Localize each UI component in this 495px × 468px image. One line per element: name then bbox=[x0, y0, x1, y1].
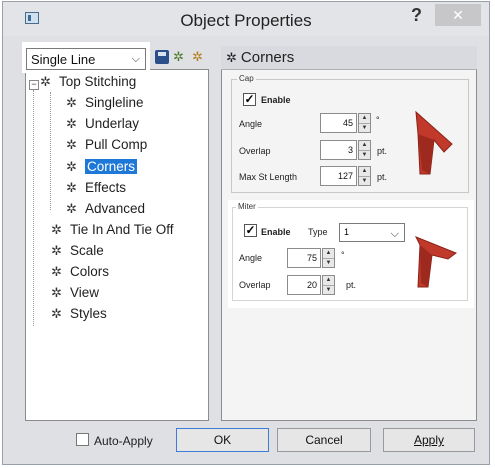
gear-icon: ✲ bbox=[66, 137, 77, 152]
spin-down-icon[interactable]: ▼ bbox=[323, 286, 334, 295]
gear-green-icon[interactable]: ✲ bbox=[173, 50, 187, 64]
tree-item-pull-comp[interactable]: ✲ Pull Comp bbox=[66, 135, 147, 155]
cap-max-st-length-unit: pt. bbox=[377, 172, 388, 182]
miter-overlap-label: Overlap bbox=[239, 280, 271, 290]
gear-icon: ✲ bbox=[66, 116, 77, 131]
miter-angle-unit: ° bbox=[341, 250, 345, 260]
gear-icon: ✲ bbox=[51, 243, 62, 258]
gear-icon: ✲ bbox=[51, 285, 62, 300]
tree-item-label: Singleline bbox=[85, 95, 144, 110]
panel-title: Corners bbox=[240, 49, 295, 66]
miter-angle-label: Angle bbox=[239, 253, 263, 263]
tree-item-tie-in-and-tie-off[interactable]: ✲ Tie In And Tie Off bbox=[51, 220, 174, 240]
auto-apply-label: Auto-Apply bbox=[94, 434, 153, 448]
cap-angle-unit: ° bbox=[376, 115, 380, 125]
tree-item-label: Advanced bbox=[85, 201, 146, 216]
tree-item-view[interactable]: ✲ View bbox=[51, 283, 99, 303]
cap-enable-checkbox[interactable]: ✓ bbox=[243, 93, 256, 106]
tree-item-effects[interactable]: ✲ Effects bbox=[66, 178, 126, 198]
tree-item-label: Underlay bbox=[85, 116, 140, 131]
cap-overlap-unit: pt. bbox=[377, 146, 388, 156]
spin-up-icon[interactable]: ▲ bbox=[323, 249, 334, 259]
tree-item-label: View bbox=[70, 285, 100, 300]
tree-item-label: Tie In And Tie Off bbox=[70, 222, 174, 237]
cancel-button[interactable]: Cancel bbox=[277, 428, 371, 452]
tree-line bbox=[50, 92, 51, 210]
cap-preview-icon bbox=[415, 110, 453, 175]
miter-overlap-input[interactable]: 20 bbox=[287, 275, 321, 295]
spin-down-icon[interactable]: ▼ bbox=[359, 124, 370, 133]
spin-up-icon[interactable]: ▲ bbox=[359, 114, 370, 124]
cap-enable-label: Enable bbox=[261, 95, 291, 105]
object-type-select[interactable]: Single Line ⌵ bbox=[26, 48, 146, 70]
cap-angle-label: Angle bbox=[239, 119, 263, 129]
gear-icon: ✲ bbox=[40, 74, 51, 89]
tree-line bbox=[33, 90, 34, 326]
gear-orange-icon[interactable]: ✲ bbox=[192, 50, 206, 64]
gear-icon: ✲ bbox=[226, 50, 237, 65]
gear-icon: ✲ bbox=[66, 95, 77, 110]
cap-overlap-label: Overlap bbox=[239, 146, 271, 156]
spin-up-icon[interactable]: ▲ bbox=[323, 276, 334, 286]
cap-angle-spinner[interactable]: ▲ ▼ bbox=[358, 113, 371, 133]
cap-overlap-input[interactable]: 3 bbox=[320, 140, 357, 160]
save-icon[interactable] bbox=[155, 50, 169, 64]
spin-up-icon[interactable]: ▲ bbox=[359, 141, 370, 151]
cap-group-label: Cap bbox=[237, 74, 256, 83]
tree-item-top-stitching[interactable]: ✲ Top Stitching bbox=[40, 72, 136, 92]
apply-button[interactable]: Apply bbox=[383, 428, 475, 452]
panel-header: ✲ Corners bbox=[221, 46, 477, 70]
gear-icon: ✲ bbox=[66, 180, 77, 195]
ok-button[interactable]: OK bbox=[176, 428, 269, 452]
miter-group-label: Miter bbox=[236, 202, 258, 211]
tree-item-underlay[interactable]: ✲ Underlay bbox=[66, 114, 139, 134]
close-button[interactable]: ✕ bbox=[435, 4, 481, 26]
tree-item-label: Effects bbox=[85, 180, 127, 195]
miter-overlap-spinner[interactable]: ▲ ▼ bbox=[322, 275, 335, 295]
tree-item-advanced[interactable]: ✲ Advanced bbox=[66, 199, 145, 219]
object-type-value: Single Line bbox=[31, 52, 96, 67]
tree-item-label: Scale bbox=[70, 243, 104, 258]
miter-enable-checkbox[interactable]: ✓ bbox=[244, 224, 257, 237]
cap-overlap-spinner[interactable]: ▲ ▼ bbox=[358, 140, 371, 160]
cap-max-st-length-spinner[interactable]: ▲ ▼ bbox=[358, 166, 371, 186]
cap-max-st-length-label: Max St Length bbox=[239, 172, 298, 182]
gear-icon: ✲ bbox=[51, 222, 62, 237]
tree-item-scale[interactable]: ✲ Scale bbox=[51, 241, 104, 261]
chevron-down-icon: ⌵ bbox=[390, 228, 399, 240]
tree-item-corners[interactable]: ✲ Corners bbox=[66, 157, 138, 177]
gear-icon: ✲ bbox=[51, 306, 62, 321]
gear-icon: ✲ bbox=[66, 201, 77, 216]
gear-icon: ✲ bbox=[51, 264, 62, 279]
cap-max-st-length-input[interactable]: 127 bbox=[320, 166, 357, 186]
chevron-down-icon: ⌵ bbox=[131, 53, 140, 65]
tree-item-label: Corners bbox=[85, 159, 138, 174]
miter-overlap-unit: pt. bbox=[346, 280, 357, 290]
miter-angle-input[interactable]: 75 bbox=[287, 248, 321, 268]
miter-preview-icon bbox=[414, 236, 458, 288]
miter-angle-spinner[interactable]: ▲ ▼ bbox=[322, 248, 335, 268]
miter-enable-label: Enable bbox=[261, 227, 291, 237]
tree-item-singleline[interactable]: ✲ Singleline bbox=[66, 93, 144, 113]
miter-type-label: Type bbox=[308, 227, 328, 237]
spin-down-icon[interactable]: ▼ bbox=[323, 259, 334, 268]
tree-item-label: Pull Comp bbox=[85, 137, 148, 152]
gear-icon: ✲ bbox=[66, 159, 77, 174]
tree-item-label: Colors bbox=[70, 264, 110, 279]
help-button[interactable]: ? bbox=[411, 5, 422, 26]
tree-item-label: Styles bbox=[70, 306, 107, 321]
miter-type-value: 1 bbox=[344, 227, 350, 237]
spin-down-icon[interactable]: ▼ bbox=[359, 151, 370, 160]
cap-angle-input[interactable]: 45 bbox=[320, 113, 357, 133]
collapse-icon[interactable]: − bbox=[29, 80, 39, 90]
title-bar: Object Properties ? ✕ bbox=[3, 2, 489, 36]
tree-item-styles[interactable]: ✲ Styles bbox=[51, 304, 107, 324]
tree-item-colors[interactable]: ✲ Colors bbox=[51, 262, 109, 282]
spin-up-icon[interactable]: ▲ bbox=[359, 167, 370, 177]
miter-type-select[interactable]: 1 ⌵ bbox=[339, 223, 405, 242]
spin-down-icon[interactable]: ▼ bbox=[359, 177, 370, 186]
auto-apply-checkbox[interactable] bbox=[76, 433, 89, 446]
tree-item-label: Top Stitching bbox=[59, 74, 137, 89]
